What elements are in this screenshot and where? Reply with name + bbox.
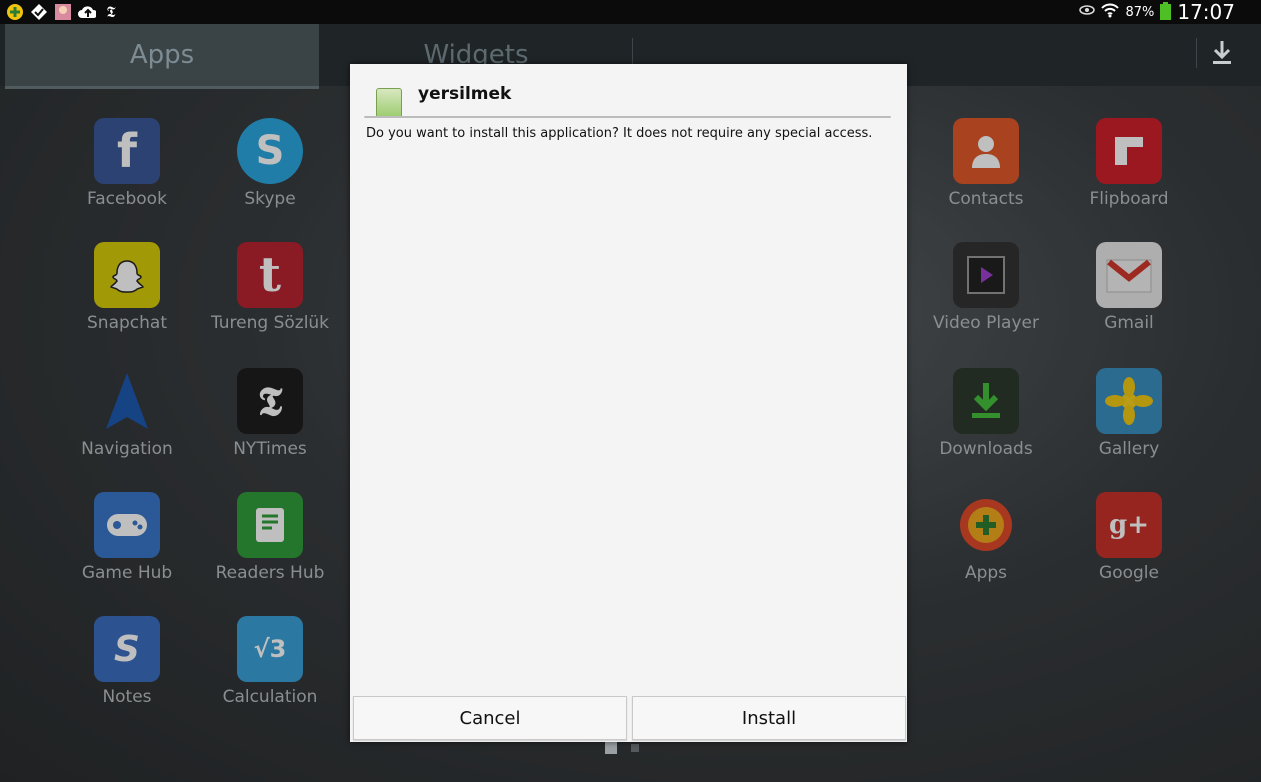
dialog-message: Do you want to install this application?… [366, 126, 873, 141]
status-indicators: 87% 17:07 [1079, 0, 1261, 24]
photo-icon [54, 3, 72, 21]
page-indicator [605, 742, 639, 754]
clock: 17:07 [1177, 0, 1235, 24]
dialog-divider [364, 116, 891, 118]
android-app-icon [376, 88, 402, 118]
notification-icons: 𝕿 [0, 3, 120, 21]
status-bar: 𝕿 87% 17:07 [0, 0, 1261, 24]
install-button[interactable]: Install [632, 696, 906, 740]
plus-circle-icon [6, 3, 24, 21]
dialog-button-bar: Cancel Install [350, 694, 907, 742]
download-icon[interactable] [1204, 38, 1240, 72]
dialog-header: yersilmek [350, 64, 907, 118]
nytimes-icon: 𝕿 [106, 3, 116, 21]
page-dot [631, 744, 639, 752]
battery-icon [1160, 2, 1172, 20]
check-badge-icon [30, 3, 48, 21]
tab-apps[interactable]: Apps [5, 24, 319, 89]
install-dialog: yersilmek Do you want to install this ap… [350, 64, 907, 742]
tab-divider [1196, 38, 1197, 68]
cloud-upload-icon [78, 3, 96, 21]
dialog-app-name: yersilmek [418, 84, 512, 104]
wifi-icon [1101, 2, 1120, 22]
cancel-button[interactable]: Cancel [353, 696, 627, 740]
smart-stay-eye-icon [1079, 4, 1096, 20]
battery-percent: 87% [1125, 4, 1155, 20]
page-dot-active [605, 742, 617, 754]
